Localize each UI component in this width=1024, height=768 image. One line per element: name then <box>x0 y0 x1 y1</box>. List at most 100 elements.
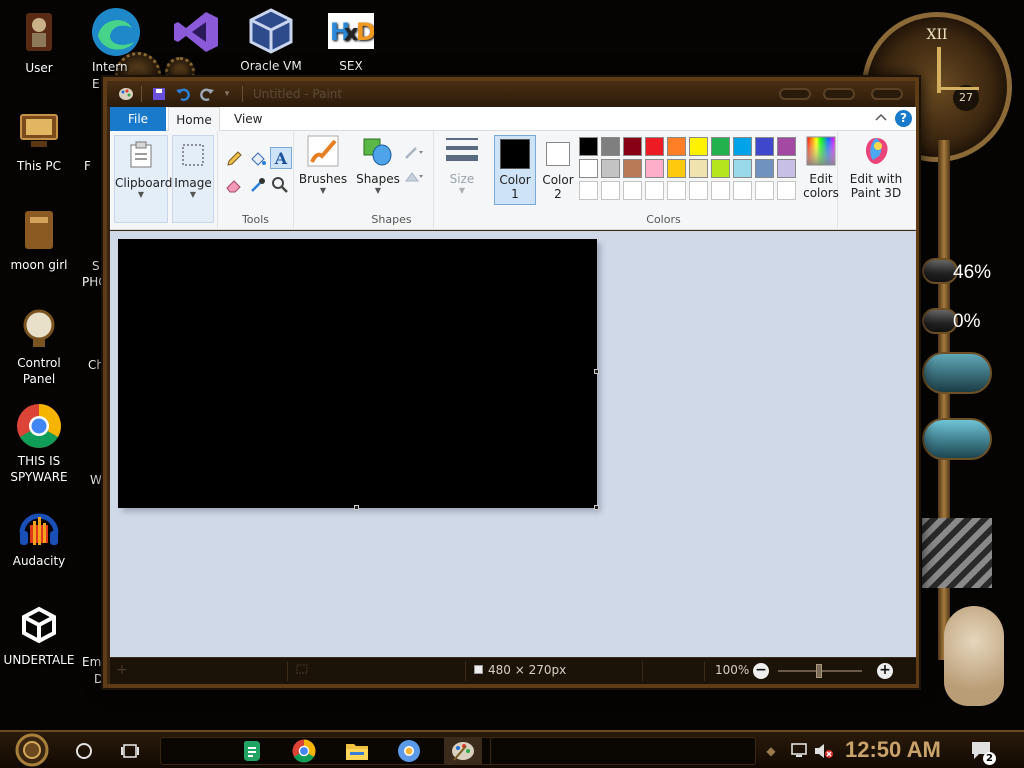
outline-icon[interactable] <box>404 143 424 163</box>
drawing-canvas[interactable] <box>118 239 597 508</box>
zoom-level: 100% <box>715 663 750 677</box>
google-sheets-icon[interactable] <box>238 737 266 765</box>
color-2-button[interactable]: Color 2 <box>538 135 578 201</box>
palette-swatch[interactable] <box>711 137 730 156</box>
desktop-icon-chrome[interactable]: THIS IS SPYWARE <box>0 403 78 485</box>
taskbar-clock[interactable]: 12:50 AM <box>845 737 941 763</box>
custom-color-slot[interactable] <box>777 181 796 200</box>
pencil-icon[interactable] <box>224 149 244 169</box>
color-picker-icon[interactable] <box>248 175 268 195</box>
palette-swatch[interactable] <box>579 159 598 178</box>
palette-swatch[interactable] <box>711 159 730 178</box>
show-hidden-icons-button[interactable]: ◆ <box>762 737 780 765</box>
desktop-icon-moon-girl[interactable]: moon girl <box>0 207 78 273</box>
resize-handle-corner[interactable] <box>594 505 599 510</box>
resize-handle-right[interactable] <box>594 369 599 374</box>
volume-muted-icon[interactable] <box>810 737 838 765</box>
fill-icon[interactable] <box>248 149 268 169</box>
minimize-ribbon-icon[interactable] <box>874 111 888 125</box>
paint-app-icon[interactable] <box>117 85 135 103</box>
tab-home[interactable]: Home <box>168 107 220 132</box>
edit-with-paint3d-button[interactable]: Edit with Paint 3D <box>842 135 910 200</box>
custom-color-slot[interactable] <box>645 181 664 200</box>
edit-colors-button[interactable]: Edit colors <box>798 135 844 200</box>
notifications-button[interactable]: 2 <box>968 737 996 765</box>
eraser-icon[interactable] <box>224 175 244 195</box>
palette-swatch[interactable] <box>733 159 752 178</box>
clipboard-button[interactable]: Clipboard ▼ <box>114 135 172 223</box>
custom-color-slot[interactable] <box>623 181 642 200</box>
desktop-icon-control-panel[interactable]: Control Panel <box>0 305 78 387</box>
desktop-icon-user[interactable]: User <box>0 10 78 76</box>
close-button[interactable] <box>871 88 903 100</box>
palette-swatch[interactable] <box>667 159 686 178</box>
visual-studio-icon[interactable] <box>172 8 220 56</box>
custom-color-slot[interactable] <box>601 181 620 200</box>
zoom-in-button[interactable]: + <box>877 663 893 679</box>
redo-icon[interactable] <box>198 85 216 103</box>
resize-handle-bottom[interactable] <box>354 505 359 510</box>
title-bar[interactable]: ▾ Untitled - Paint <box>107 81 915 107</box>
palette-swatch[interactable] <box>623 159 642 178</box>
image-button[interactable]: Image ▼ <box>172 135 214 223</box>
palette-swatch[interactable] <box>733 137 752 156</box>
brushes-button[interactable]: Brushes ▼ <box>298 135 348 196</box>
custom-color-slot[interactable] <box>755 181 774 200</box>
custom-color-slot[interactable] <box>689 181 708 200</box>
divider <box>642 661 643 681</box>
desktop-icon-undertale[interactable]: UNDERTALE <box>0 602 78 668</box>
shapes-group-label: Shapes <box>371 213 412 226</box>
desktop-icon-sex[interactable]: HxD SEX <box>312 8 390 74</box>
desktop-icon-oracle-vm[interactable]: Oracle VM <box>232 8 310 74</box>
chromium-icon[interactable] <box>395 737 423 765</box>
custom-color-slot[interactable] <box>579 181 598 200</box>
desktop-icon-label-partial: W <box>90 473 102 487</box>
shapes-button[interactable]: Shapes ▼ <box>354 135 402 196</box>
customize-quick-access-icon[interactable]: ▾ <box>222 85 232 103</box>
size-button[interactable]: Size ▼ <box>438 135 486 196</box>
zoom-out-button[interactable]: − <box>753 663 769 679</box>
palette-swatch[interactable] <box>777 159 796 178</box>
desktop-icon-audacity[interactable]: Audacity <box>0 503 78 569</box>
zoom-slider-thumb[interactable] <box>816 664 822 678</box>
start-button[interactable] <box>10 733 54 767</box>
magnifier-icon[interactable] <box>270 175 290 195</box>
custom-color-slot[interactable] <box>733 181 752 200</box>
custom-color-slot[interactable] <box>711 181 730 200</box>
palette-swatch[interactable] <box>755 159 774 178</box>
desktop-icon-this-pc[interactable]: This PC <box>0 108 78 174</box>
desktop-icon-label-partial: Intern <box>92 60 128 74</box>
minimize-button[interactable] <box>779 88 811 100</box>
fill-shape-icon[interactable] <box>404 167 424 187</box>
palette-swatch[interactable] <box>755 137 774 156</box>
maximize-button[interactable] <box>823 88 855 100</box>
help-button[interactable]: ? <box>895 110 912 127</box>
save-icon[interactable] <box>150 85 168 103</box>
palette-swatch[interactable] <box>667 137 686 156</box>
chrome-taskbar-icon[interactable] <box>290 737 318 765</box>
search-button[interactable] <box>70 737 98 765</box>
palette-swatch[interactable] <box>777 137 796 156</box>
tab-view[interactable]: View <box>234 107 262 131</box>
task-view-button[interactable] <box>116 737 144 765</box>
edge-icon[interactable] <box>90 6 142 58</box>
tab-file[interactable]: File <box>110 107 166 131</box>
palette-swatch[interactable] <box>689 159 708 178</box>
custom-color-slot[interactable] <box>667 181 686 200</box>
palette-swatch[interactable] <box>645 159 664 178</box>
color-1-button[interactable]: Color 1 <box>494 135 536 205</box>
paint-taskbar-icon[interactable] <box>444 737 482 765</box>
shapes-button-label: Shapes <box>356 172 400 186</box>
text-icon[interactable]: A <box>270 147 292 169</box>
palette-swatch[interactable] <box>623 137 642 156</box>
file-explorer-icon[interactable] <box>343 737 371 765</box>
palette-swatch[interactable] <box>689 137 708 156</box>
undo-icon[interactable] <box>174 85 192 103</box>
shapes-icon <box>362 135 394 167</box>
canvas-size-icon <box>474 665 483 674</box>
palette-swatch[interactable] <box>579 137 598 156</box>
palette-swatch[interactable] <box>601 137 620 156</box>
palette-swatch[interactable] <box>645 137 664 156</box>
canvas-area[interactable] <box>110 231 916 657</box>
palette-swatch[interactable] <box>601 159 620 178</box>
